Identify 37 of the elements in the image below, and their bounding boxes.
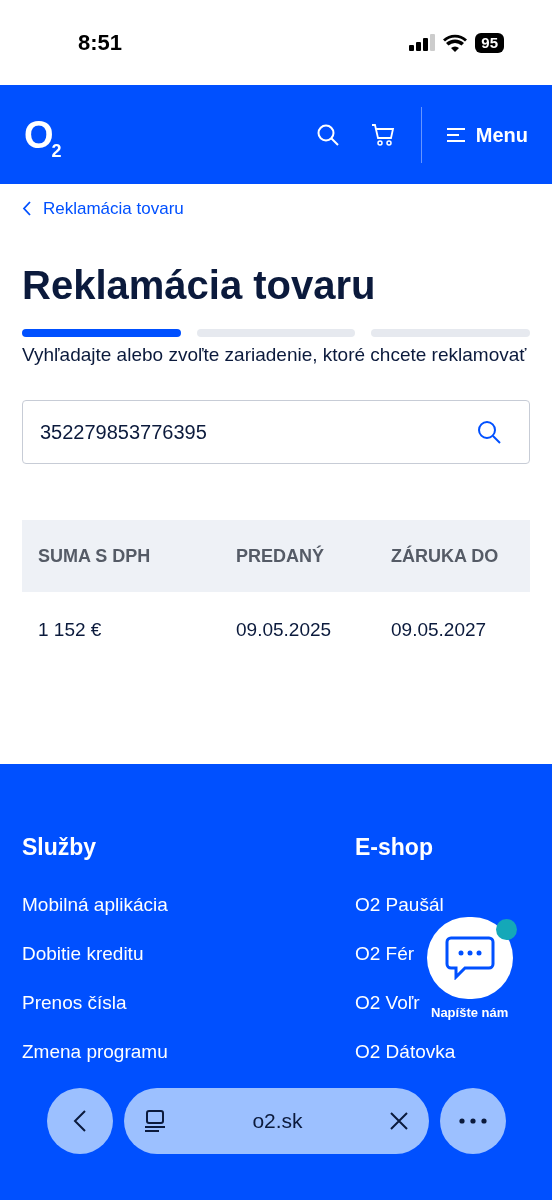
address-bar[interactable]: o2.sk	[124, 1088, 429, 1154]
column-header: SUMA S DPH	[38, 544, 152, 568]
column-header: PREDANÝ	[236, 544, 325, 568]
table-cell-text: 09.05.2025	[236, 618, 333, 642]
footer-link[interactable]: O2 Dátovka	[355, 1037, 456, 1066]
table-cell-text: 1 152 €	[38, 618, 103, 642]
footer-link[interactable]: Zmena programu	[22, 1037, 168, 1066]
page-title: Reklamácia tovaru	[22, 262, 377, 310]
search-field[interactable]: 352279853776395	[22, 400, 530, 465]
signal-icon	[409, 34, 436, 51]
column-header: ZÁRUKA DO	[391, 544, 500, 568]
footer-link[interactable]: O2 Paušál	[355, 890, 444, 919]
close-icon[interactable]	[389, 1111, 409, 1131]
url-text: o2.sk	[251, 1108, 304, 1135]
footer-link[interactable]: O2 Fér	[355, 939, 415, 968]
footer-link[interactable]: Mobilná aplikácia	[22, 890, 168, 919]
chat-bubble-icon	[445, 936, 495, 980]
search-icon[interactable]	[316, 123, 339, 146]
menu-button[interactable]: Menu	[445, 119, 528, 150]
instruction-text: Vyhľadajte alebo zvoľte zariadenie, ktoré chcete reklamovať	[22, 343, 528, 368]
wifi-icon	[443, 33, 468, 52]
more-icon	[459, 1118, 487, 1124]
footer-link[interactable]: Dobitie kreditu	[22, 939, 144, 968]
search-icon[interactable]	[477, 420, 501, 445]
breadcrumb-link[interactable]: Reklamácia tovaru	[22, 196, 184, 222]
cart-icon[interactable]	[370, 123, 395, 146]
table-cell-text: 09.05.2027	[391, 618, 488, 642]
battery-indicator: 95	[475, 32, 504, 53]
footer-heading: E-shop	[355, 833, 434, 862]
status-time: 8:51	[78, 29, 123, 57]
chevron-left-icon	[73, 1109, 87, 1133]
footer-heading: Služby	[22, 833, 98, 862]
menu-icon	[445, 127, 466, 142]
footer-link[interactable]: O2 Voľr	[355, 988, 420, 1017]
chevron-left-icon	[22, 201, 31, 217]
footer-link[interactable]: Prenos čísla	[22, 988, 127, 1017]
page-icon[interactable]	[144, 1109, 166, 1133]
